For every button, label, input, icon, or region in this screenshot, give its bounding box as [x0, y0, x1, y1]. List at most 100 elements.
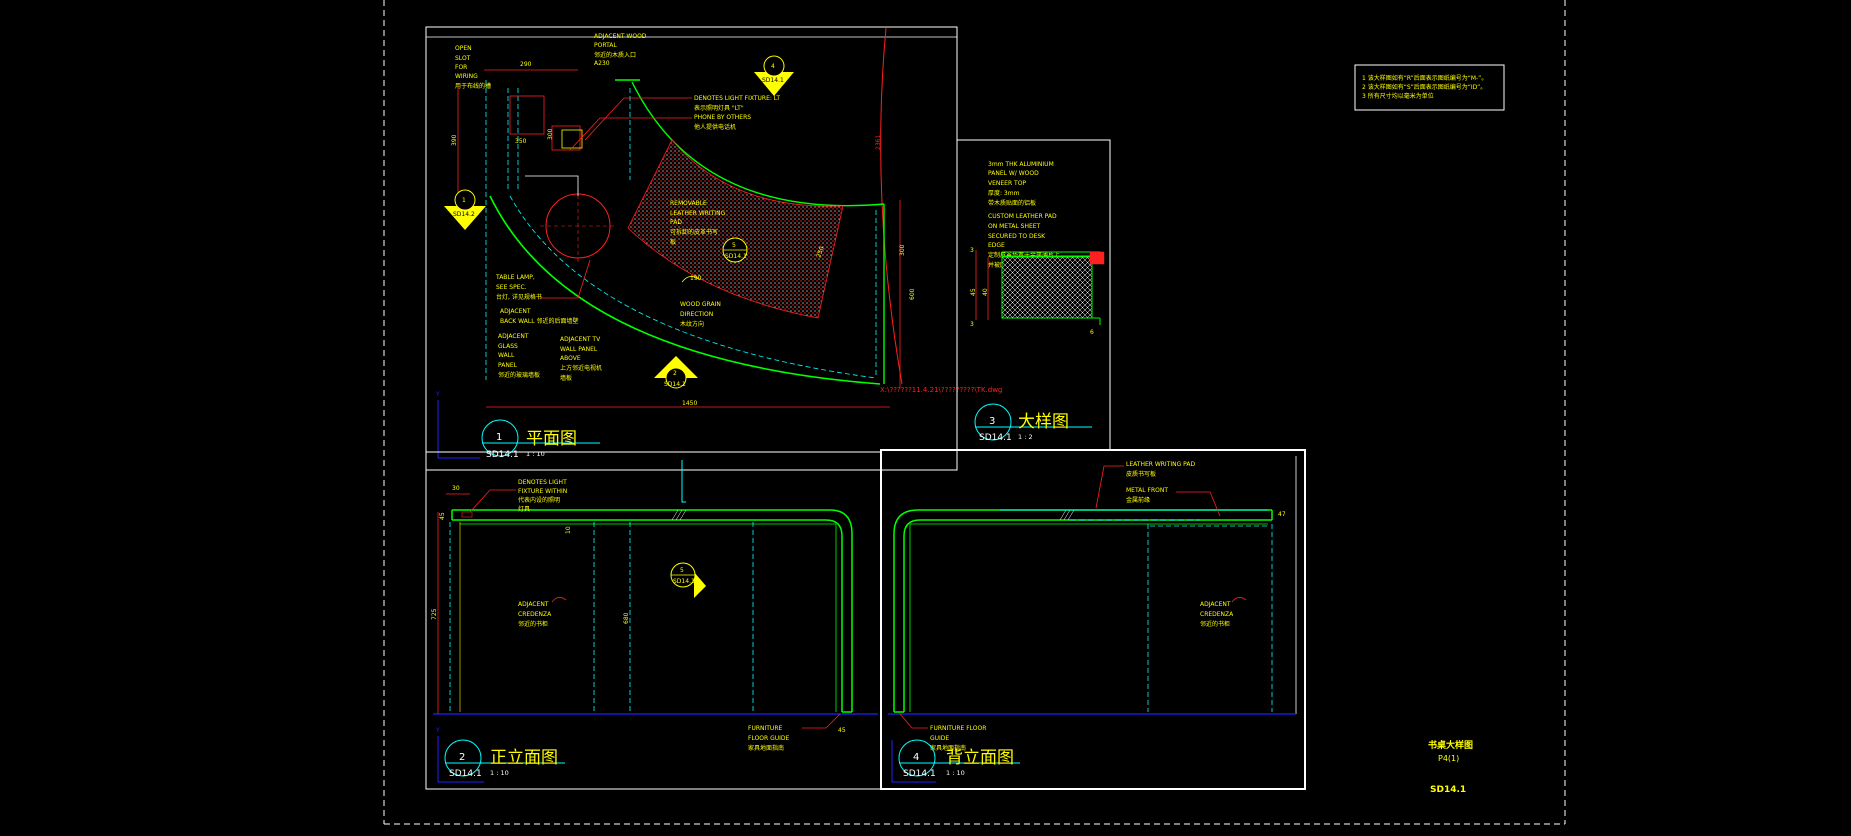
adj-glass-3: WALL: [498, 352, 515, 359]
adjacent-wood-label-3: 邻近的木质入口: [594, 51, 636, 59]
front-floor-2: FLOOR GUIDE: [748, 735, 790, 742]
adj-glass-1: ADJACENT: [498, 333, 529, 340]
front-denotes-3: 代表内设的照明: [518, 496, 560, 504]
front-marker-num: 5: [680, 567, 684, 574]
file-path: X:\??????11.4.21\?????????\TK.dwg: [880, 386, 1002, 394]
dim-300-plan: 300: [547, 128, 554, 140]
notes-box: 1 该大样图如有“R”后面表示图纸编号为“M-”。 2 该大样图如有“S”后面表…: [1354, 64, 1505, 111]
front-dim-45b: 45: [838, 727, 846, 734]
detail-view: 3mm THK ALUMINIUM PANEL W/ WOOD VENEER T…: [956, 139, 1111, 451]
dim-350: 350: [515, 138, 527, 145]
detail-custom-2: ON METAL SHEET: [988, 223, 1041, 230]
phone-label-2: 他人提供电话机: [694, 123, 736, 131]
plan-view-title-text: 平面图: [526, 429, 577, 449]
ucs-y-front: Y: [435, 727, 440, 734]
cad-drawing-sheet: 2361 ADJACENT WOOD PORTAL 邻近的木质入口 A230 O…: [383, 0, 1566, 825]
adj-tv-4: 上方邻近电视机: [560, 364, 602, 372]
table-lamp-3: 台灯, 详见规格书: [496, 293, 542, 301]
front-credenza-3: 邻近的书柜: [518, 620, 548, 628]
back-metal-1: METAL FRONT: [1126, 487, 1168, 494]
marker-2-code: SD14.1: [664, 381, 686, 388]
section-marker-4: 4 SD14.1: [754, 55, 794, 96]
dim-290: 290: [520, 61, 532, 68]
detail-panel-3: VENEER TOP: [988, 180, 1026, 187]
ucs-y: Y: [435, 391, 440, 398]
note-2: 2 该大样图如有“S”后面表示图纸编号为“ID”。: [1362, 83, 1486, 91]
title-block-title: 书桌大样图: [1428, 739, 1473, 751]
detail-custom-3: SECURED TO DESK: [988, 233, 1046, 240]
front-denotes-1: DENOTES LIGHT: [518, 479, 567, 486]
front-credenza-1: ADJACENT: [518, 601, 549, 608]
wood-grain-2: DIRECTION: [680, 311, 713, 318]
table-lamp-1: TABLE LAMP,: [495, 274, 535, 281]
front-dim-725: 725: [431, 608, 438, 620]
marker-5p-num: 5: [732, 242, 736, 249]
removable-4: 可拆卸的皮革书写: [670, 228, 718, 236]
dim-300b: 300: [899, 244, 906, 256]
front-denotes-2: FIXTURE WITHIN: [518, 488, 567, 495]
marker-1-num: 1: [462, 197, 466, 204]
adj-back-2: BACK WALL 邻近的后面墙壁: [500, 317, 578, 325]
marker-4-code: SD14.1: [762, 77, 784, 84]
back-credenza-3: 邻近的书柜: [1200, 620, 1230, 628]
front-dim-45: 45: [439, 512, 446, 520]
table-lamp-2: SEE SPEC.: [496, 284, 527, 291]
removable-5: 板: [670, 238, 676, 246]
detail-panel-2: PANEL W/ WOOD: [988, 170, 1039, 177]
detail-dim-6: 6: [1090, 329, 1094, 336]
adj-tv-2: WALL PANEL: [560, 346, 598, 353]
back-elevation: LEATHER WRITING PAD 皮质书写板 METAL FRONT 金属…: [880, 449, 1306, 790]
front-elevation: 725 680 10 30 45 45 DENOTES LIGHT FIXTUR…: [425, 451, 882, 790]
adj-glass-2: GLASS: [498, 343, 518, 350]
denotes-light-2: 表示照明灯具 "LT": [694, 104, 744, 112]
detail-panel-1: 3mm THK ALUMINIUM: [988, 161, 1054, 168]
dim-1450: 1450: [682, 400, 697, 407]
open-slot-3: FOR: [455, 64, 467, 71]
removable-2: LEATHER WRITING: [670, 210, 726, 217]
front-view-title: 2 SD14.1 正立面图 1 : 10: [444, 739, 565, 779]
section-marker-5-plan: 5 SD14.1: [722, 237, 748, 263]
adj-tv-3: ABOVE: [560, 355, 581, 362]
denotes-light-1: DENOTES LIGHT FIXTURE: LT: [694, 95, 780, 102]
detail-dim-45: 45: [970, 288, 977, 296]
note-1: 1 该大样图如有“R”后面表示图纸编号为“M-”。: [1362, 74, 1487, 82]
plan-view-number: 1: [496, 432, 502, 443]
front-floor-1: FURNITURE: [748, 725, 782, 732]
detail-dim-40: 40: [982, 288, 989, 296]
back-floor-2: GUIDE: [930, 735, 949, 742]
detail-panel-5: 带木质贴面的铝板: [988, 199, 1036, 207]
wood-grain-1: WOOD GRAIN: [680, 301, 721, 308]
section-marker-1-plan: 1 SD14.2: [444, 189, 486, 230]
adjacent-wood-label-2: PORTAL: [594, 42, 617, 49]
back-metal-2: 金属前缘: [1126, 496, 1150, 504]
back-view-number: 4: [913, 752, 919, 763]
title-block-sheet: SD14.1: [1430, 785, 1466, 795]
open-slot-2: SLOT: [455, 55, 471, 62]
back-floor-1: FURNITURE FLOOR: [930, 725, 986, 732]
detail-view-code: SD14.1: [979, 433, 1012, 443]
plan-view-title: 1 SD14.1 平面图 1 : 10: [481, 419, 600, 460]
adj-tv-1: ADJACENT TV: [560, 336, 601, 343]
detail-dim-3b: 3: [970, 321, 974, 328]
dim-2361: 2361: [875, 135, 882, 150]
marker-4-num: 4: [771, 63, 775, 70]
back-view-title-text: 背立面图: [946, 748, 1014, 768]
back-credenza-1: ADJACENT: [1200, 601, 1231, 608]
dim-190: 190: [690, 275, 702, 282]
front-dim-30: 30: [452, 485, 460, 492]
front-credenza-2: CREDENZA: [518, 611, 552, 618]
back-credenza-2: CREDENZA: [1200, 611, 1234, 618]
section-marker-5-front: 5 SD14.1: [670, 562, 706, 598]
marker-2-num: 2: [673, 370, 677, 377]
detail-custom-4: EDGE: [988, 242, 1005, 249]
sheet-border: [383, 0, 1566, 825]
removable-1: REMOVABLE: [670, 200, 707, 207]
front-view-scale: 1 : 10: [490, 769, 509, 777]
back-dim-47: 47: [1278, 511, 1286, 518]
adj-glass-5: 邻近的玻璃墙板: [498, 371, 540, 379]
title-block: 书桌大样图 P4(1) SD14.1: [1428, 739, 1473, 795]
front-dim-10: 10: [565, 526, 572, 534]
front-floor-3: 家具地面指南: [748, 744, 784, 752]
plan-view: 2361 ADJACENT WOOD PORTAL 邻近的木质入口 A230 O…: [425, 26, 1002, 471]
section-marker-2-plan: 2 SD14.1: [654, 356, 698, 389]
